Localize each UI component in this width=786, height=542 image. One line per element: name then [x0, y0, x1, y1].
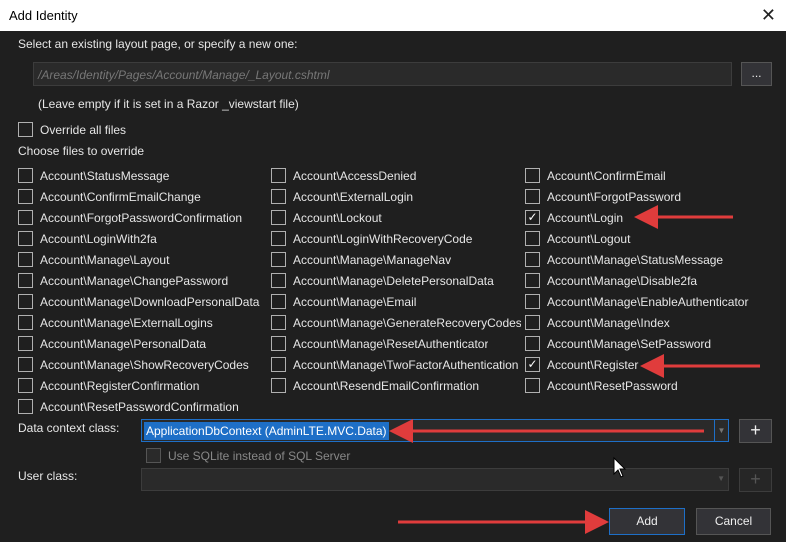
- mouse-cursor-icon: [613, 456, 627, 478]
- annotation-arrows: [389, 205, 760, 534]
